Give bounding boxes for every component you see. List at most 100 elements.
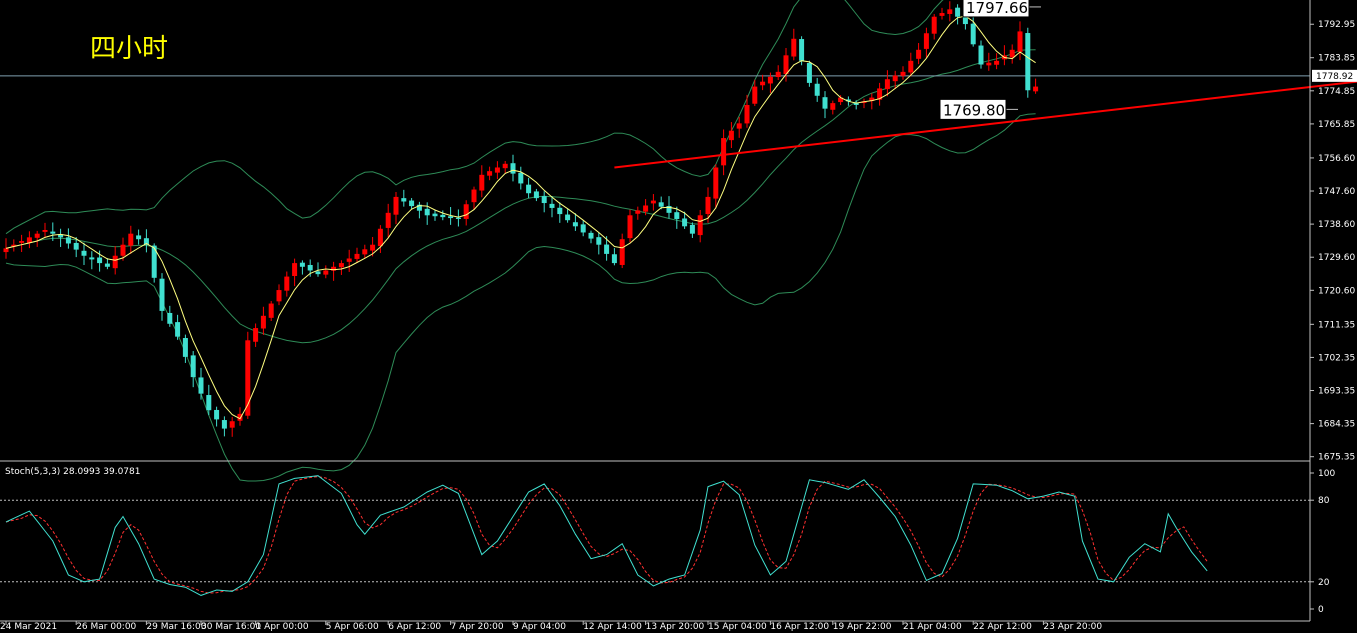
- candle-body: [572, 222, 578, 227]
- candle-body: [229, 421, 235, 428]
- candle-body: [674, 212, 680, 219]
- candle-body: [432, 213, 438, 217]
- candle-body: [182, 338, 188, 357]
- candle-body: [510, 163, 516, 174]
- candle-body: [580, 224, 586, 233]
- price-tick-label: 1738.60: [1318, 220, 1355, 230]
- candle-body: [611, 254, 617, 264]
- candle-body: [892, 75, 898, 82]
- candle-body: [73, 242, 79, 250]
- candle-body: [713, 167, 719, 199]
- support-trendline[interactable]: [614, 80, 1357, 169]
- time-tick-label: 19 Apr 22:00: [833, 622, 892, 632]
- candle-body: [767, 76, 773, 84]
- candle-body: [104, 263, 110, 267]
- candle-body: [791, 38, 797, 57]
- candle-body: [370, 244, 376, 251]
- candle-body: [471, 189, 477, 203]
- candle-body: [627, 215, 633, 239]
- candle-body: [806, 62, 812, 83]
- main-price-chart[interactable]: 1797.66 1769.80: [0, 0, 1357, 482]
- candle-body: [705, 196, 711, 215]
- stoch-tick-label: 20: [1318, 578, 1330, 588]
- time-tick-label: 21 Apr 04:00: [903, 622, 962, 632]
- candle-body: [409, 200, 415, 207]
- candle-body: [916, 49, 922, 59]
- candle-body: [362, 249, 368, 255]
- stoch-tick-label: 80: [1318, 496, 1330, 506]
- axes-layer: 1792.95 1783.85 1774.85 1765.85 1756.60 1747.…: [0, 0, 1357, 632]
- candle-body: [744, 104, 750, 124]
- candle-body: [276, 290, 282, 302]
- annotation-value: 1769.80: [943, 101, 1005, 119]
- candle-body: [494, 167, 500, 173]
- candle-body: [760, 81, 766, 86]
- candle-body: [299, 262, 305, 267]
- candle-body: [596, 237, 602, 245]
- current-price-tag-text: 1778.92: [1316, 72, 1353, 82]
- candle-body: [455, 217, 461, 219]
- moving-average-line: [5, 15, 1036, 420]
- stochastic-title: Stoch(5,3,3) 28.0993 39.0781: [5, 467, 140, 477]
- candle-body: [775, 71, 781, 78]
- candle-body: [643, 205, 649, 212]
- candle-body: [354, 253, 360, 259]
- time-tick-label: 6 Apr 12:00: [388, 622, 441, 632]
- candle-body: [214, 409, 220, 420]
- candle-body: [814, 83, 820, 96]
- candle-body: [128, 233, 134, 246]
- candle-body: [947, 9, 953, 14]
- candle-body: [167, 312, 173, 324]
- candle-body: [884, 79, 890, 90]
- time-tick-label: 15 Apr 04:00: [708, 622, 767, 632]
- candle-body: [65, 237, 71, 244]
- candle-body: [346, 258, 352, 262]
- candle-body: [978, 45, 984, 65]
- candle-body: [1017, 31, 1023, 52]
- candle-body: [479, 174, 485, 191]
- annotation-value: 1797.66: [966, 0, 1028, 17]
- candle-body: [34, 233, 40, 238]
- time-tick-label: 7 Apr 20:00: [451, 622, 504, 632]
- candle-body: [159, 278, 165, 311]
- candle-body: [440, 214, 446, 218]
- time-tick-label: 5 Apr 06:00: [326, 622, 379, 632]
- candle-body: [448, 216, 454, 219]
- price-tick-label: 1747.60: [1318, 187, 1355, 197]
- timeframe-label: 四小时: [90, 34, 168, 64]
- price-annotation[interactable]: 1797.66: [962, 0, 1041, 18]
- candle-body: [986, 62, 992, 66]
- price-annotation[interactable]: 1769.80: [939, 98, 1018, 120]
- stoch-main-line: [5, 475, 1208, 596]
- candle-body: [900, 71, 906, 76]
- candle-body: [533, 191, 539, 199]
- candle-body: [830, 103, 836, 110]
- price-tick-label: 1693.35: [1318, 387, 1355, 397]
- candle-body: [463, 204, 469, 219]
- stoch-signal-line: [5, 476, 1208, 594]
- candle-body: [604, 244, 610, 254]
- candle-body: [206, 395, 212, 411]
- candle-body: [198, 377, 204, 394]
- price-tick-label: 1765.85: [1318, 120, 1355, 130]
- candle-body: [284, 276, 290, 291]
- candle-body: [970, 23, 976, 45]
- price-tick-label: 1675.35: [1318, 453, 1355, 463]
- candle-body: [292, 263, 298, 277]
- stoch-tick-label: 100: [1318, 469, 1335, 479]
- price-tick-label: 1702.35: [1318, 353, 1355, 363]
- price-tick-label: 1792.95: [1318, 20, 1355, 30]
- candle-body: [424, 208, 430, 216]
- candle-body: [89, 257, 95, 260]
- stochastic-indicator-panel[interactable]: [0, 475, 1310, 596]
- time-tick-label: 26 Mar 00:00: [76, 622, 136, 632]
- candle-body: [541, 196, 547, 204]
- candle-body: [557, 207, 563, 215]
- candle-body: [588, 232, 594, 239]
- time-tick-label: 29 Mar 16:00: [146, 622, 206, 632]
- candle-body: [42, 230, 48, 232]
- candle-body: [650, 200, 656, 204]
- candle-body: [1025, 33, 1031, 91]
- candle-body: [549, 203, 555, 208]
- candle-body: [658, 202, 664, 207]
